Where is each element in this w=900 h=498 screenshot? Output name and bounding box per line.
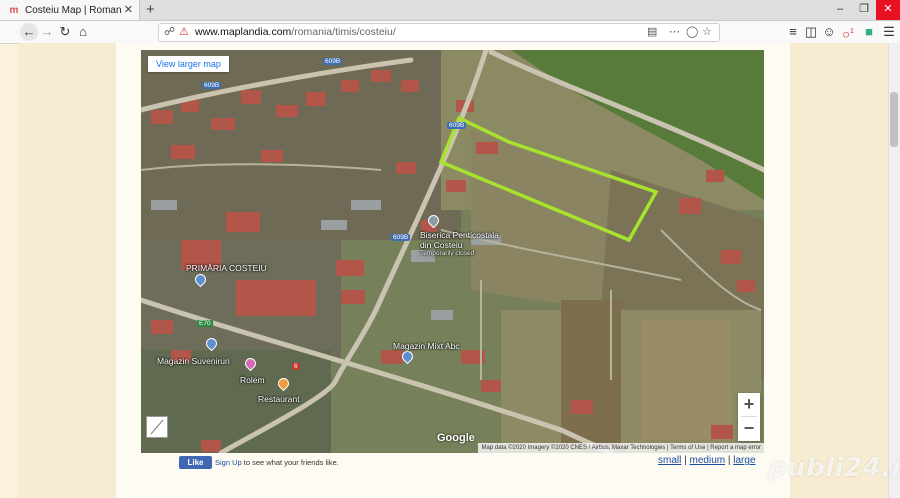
- size-large-link[interactable]: large: [733, 455, 755, 466]
- map-attribution[interactable]: Map data ©2020 Imagery ©2020 CNES / Airb…: [478, 443, 764, 453]
- reload-icon[interactable]: ↻: [56, 23, 74, 41]
- pocket-icon[interactable]: ◯: [686, 25, 698, 38]
- like-text: Sign Up to see what your friends like.: [215, 458, 339, 467]
- account-icon[interactable]: ☺: [820, 23, 838, 41]
- notification-icon[interactable]: ○1: [839, 23, 857, 41]
- sidebar-icon[interactable]: ◫: [802, 23, 820, 41]
- shield-icon[interactable]: ☍: [164, 25, 175, 38]
- url-text[interactable]: www.maplandia.com/romania/timis/costeiu/: [195, 26, 396, 38]
- facebook-like-button[interactable]: Like: [179, 456, 212, 469]
- satellite-map[interactable]: View larger map 609B 609B 609B 609B E70 …: [141, 50, 764, 453]
- google-logo: Google: [437, 432, 475, 444]
- road-shield-609b-2: 609B: [202, 82, 222, 89]
- zoom-in-button[interactable]: +: [738, 393, 760, 416]
- map-label-magazin-mixt[interactable]: Magazin Mixt Abc: [393, 341, 460, 351]
- bookmark-star-icon[interactable]: ☆: [702, 25, 712, 38]
- page-left-margin: [18, 43, 116, 498]
- view-larger-map-link[interactable]: View larger map: [148, 56, 229, 72]
- menu-icon[interactable]: ☰: [880, 23, 898, 41]
- route-marker: 6: [292, 363, 300, 370]
- extension-icon[interactable]: ■: [860, 23, 878, 41]
- url-bar[interactable]: ☍ ⚠ www.maplandia.com/romania/timis/cost…: [158, 23, 720, 42]
- zoom-out-button[interactable]: −: [738, 417, 760, 440]
- road-shield-609b-3: 609B: [447, 122, 467, 129]
- more-icon[interactable]: ⋯: [669, 25, 680, 38]
- reader-mode-icon[interactable]: ▤: [647, 25, 657, 38]
- navigation-toolbar: ← → ↻ ⌂ ☍ ⚠ www.maplandia.com/romania/ti…: [0, 21, 900, 44]
- close-window-icon[interactable]: ✕: [876, 0, 900, 20]
- map-label-biserica[interactable]: Biserica Penticostala: [420, 230, 499, 240]
- tracking-blocked-icon[interactable]: ⚠: [179, 25, 189, 38]
- tab-close-icon[interactable]: ✕: [124, 3, 133, 16]
- street-view-pegman-icon[interactable]: [146, 416, 168, 438]
- map-label-biserica-line2[interactable]: din Costeiu: [420, 240, 463, 250]
- url-host: www.maplandia.com: [195, 26, 292, 38]
- tab-title: Costeiu Map | Romania Google: [25, 4, 122, 16]
- zoom-control: + −: [738, 393, 760, 441]
- home-icon[interactable]: ⌂: [74, 23, 92, 41]
- library-icon[interactable]: ≡: [784, 23, 802, 41]
- map-label-magazin-suveniruri[interactable]: Magazin Suveniruri: [157, 356, 230, 366]
- euro-route-shield: E70: [197, 320, 213, 327]
- back-arrow-icon[interactable]: ←: [20, 23, 38, 41]
- like-text-rest: to see what your friends like.: [241, 458, 339, 467]
- map-size-links: small | medium | large: [658, 455, 756, 466]
- size-separator-2: |: [727, 455, 731, 466]
- facebook-like-label: Like: [187, 458, 204, 467]
- tab-bar: m Costeiu Map | Romania Google ✕ + – ❐ ✕: [0, 0, 900, 21]
- page-right-margin: [790, 43, 888, 498]
- map-label-restaurant[interactable]: Restaurant: [258, 394, 300, 404]
- browser-tab[interactable]: m Costeiu Map | Romania Google ✕: [0, 0, 140, 20]
- maximize-icon[interactable]: ❐: [852, 0, 876, 20]
- watermark: publi24.ro: [768, 453, 900, 483]
- sign-up-link[interactable]: Sign Up: [215, 458, 242, 467]
- scrollbar-thumb[interactable]: [890, 92, 898, 147]
- size-small-link[interactable]: small: [658, 455, 681, 466]
- map-label-primaria[interactable]: PRIMĂRIA COSTEIU: [186, 263, 267, 273]
- map-label-biserica-status: Temporarily closed: [420, 250, 475, 257]
- url-path: /romania/timis/costeiu/: [291, 26, 396, 38]
- road-shield-609b-4: 609B: [391, 234, 411, 241]
- minimize-icon[interactable]: –: [828, 0, 852, 20]
- site-favicon-icon: m: [9, 4, 19, 16]
- size-separator-1: |: [684, 455, 687, 466]
- notification-count: 1: [849, 28, 854, 35]
- map-label-rolem[interactable]: Rolem: [240, 375, 265, 385]
- road-shield-609b-1: 609B: [323, 58, 343, 65]
- new-tab-button[interactable]: +: [146, 0, 155, 20]
- forward-arrow-icon[interactable]: →: [38, 23, 56, 41]
- size-medium-link[interactable]: medium: [690, 455, 726, 466]
